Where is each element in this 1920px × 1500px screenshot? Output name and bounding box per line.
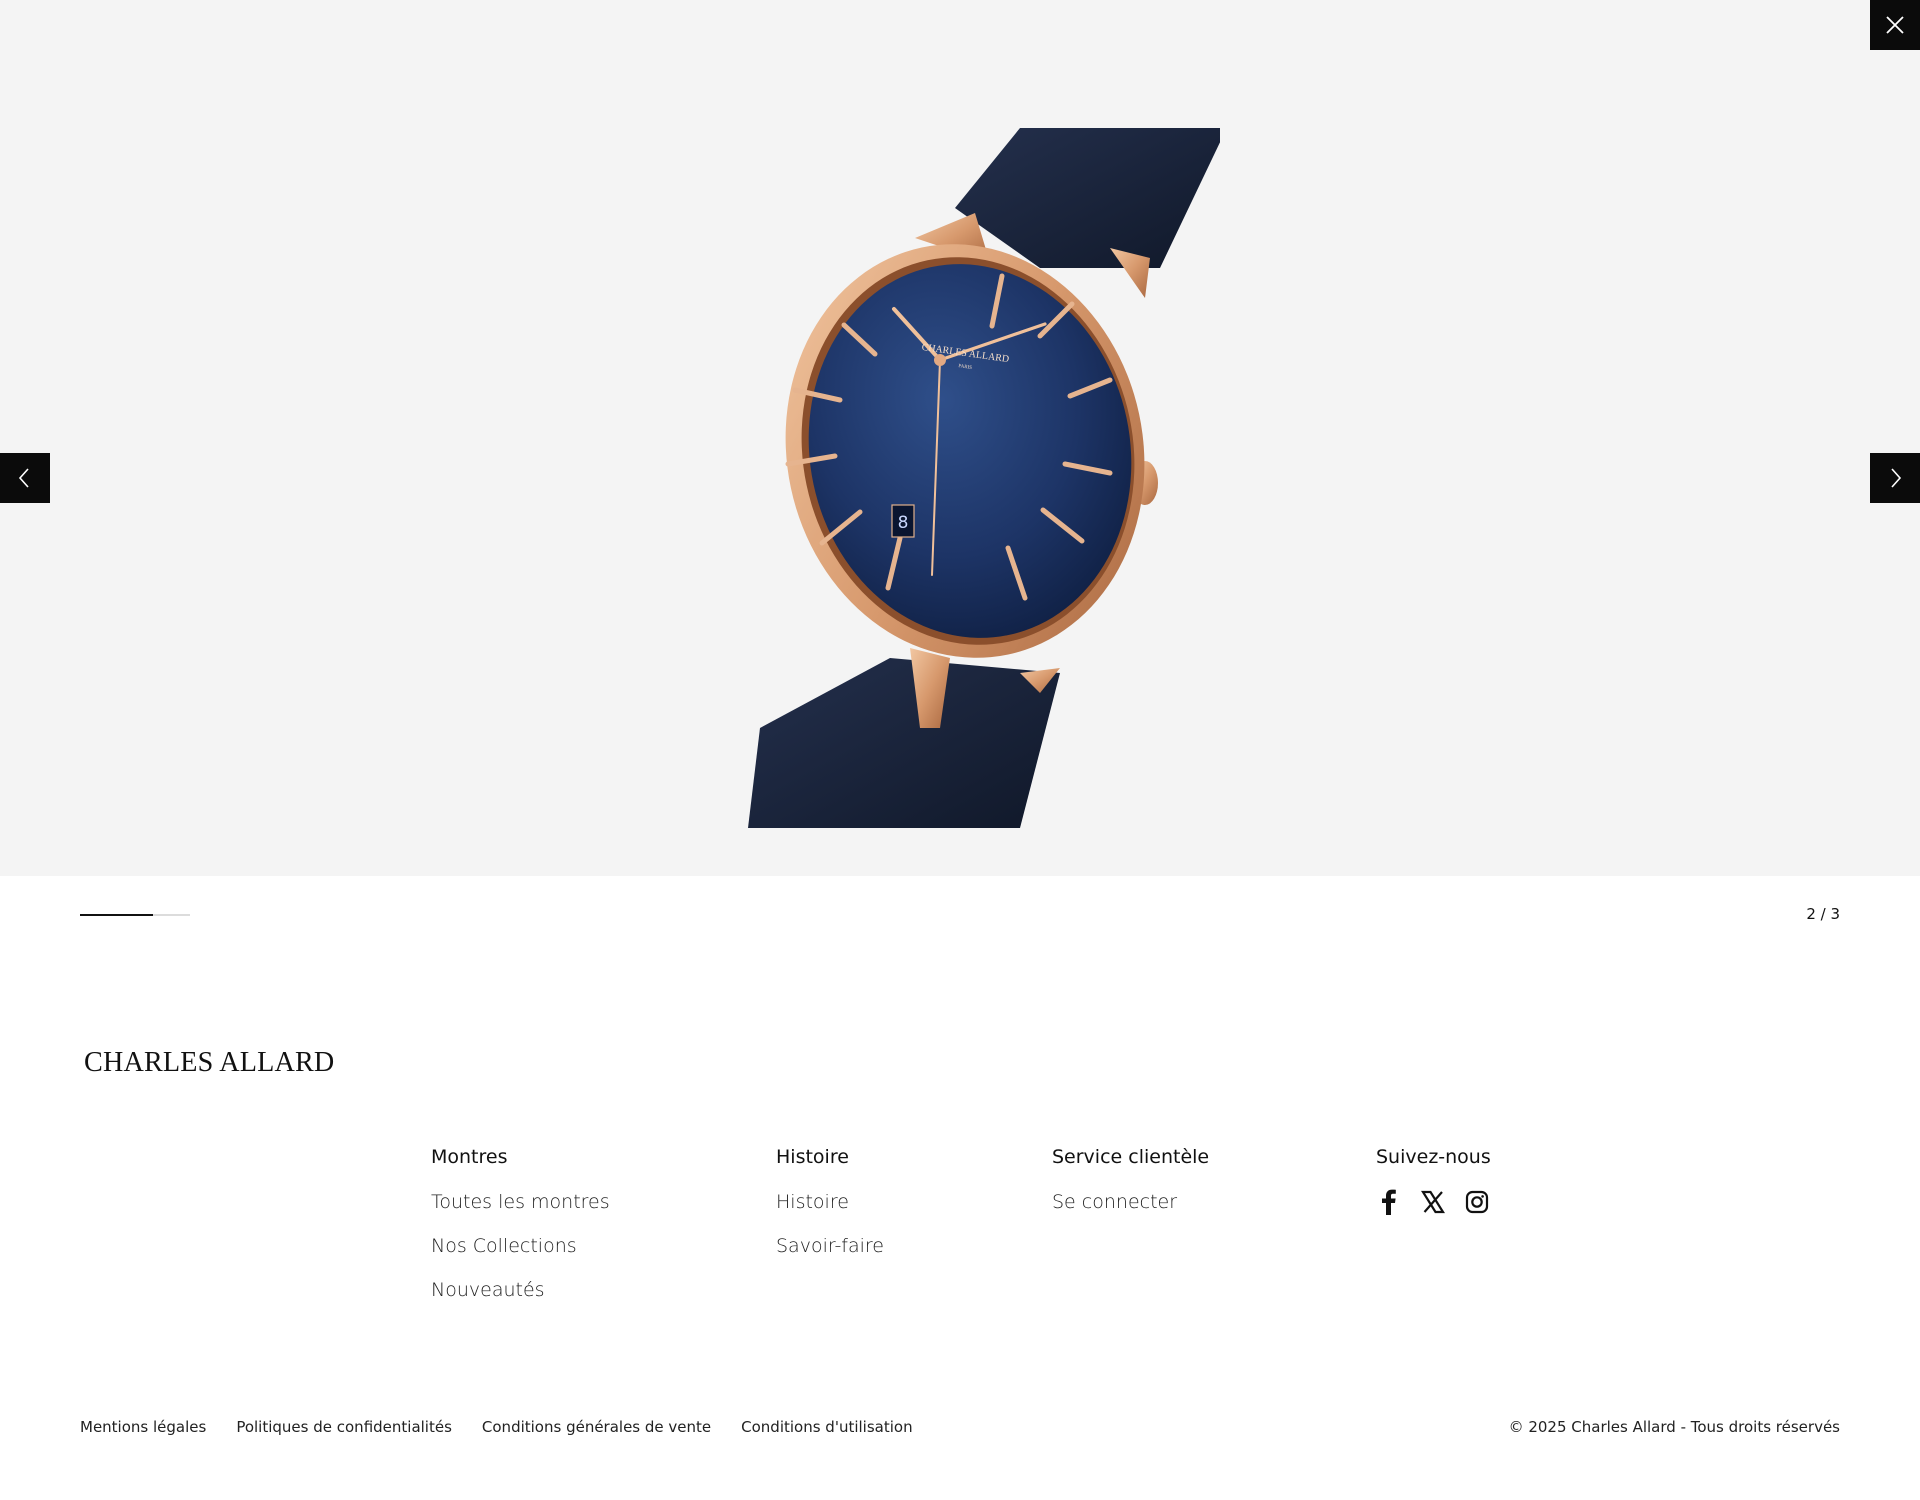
- footer-link-nouveautes[interactable]: Nouveautés: [431, 1277, 610, 1303]
- footer-column-title: Service clientèle: [1052, 1146, 1210, 1168]
- watch-product-image: 8 CHARLES ALLARD PARIS: [748, 128, 1220, 828]
- gallery-progress-fill: [80, 914, 154, 916]
- watch-strap-top: [955, 128, 1220, 268]
- footer-logo[interactable]: CHARLES ALLARD: [84, 1046, 334, 1079]
- legal-links: Mentions légales Politiques de confident…: [80, 1418, 913, 1436]
- product-gallery: 8 CHARLES ALLARD PARIS: [0, 0, 1920, 876]
- footer-column-title: Histoire: [776, 1146, 849, 1168]
- legal-link-cgv[interactable]: Conditions générales de vente: [482, 1418, 711, 1436]
- next-image-button[interactable]: [1870, 453, 1920, 503]
- gallery-progress-bar: [80, 914, 190, 916]
- footer-link-savoir-faire[interactable]: Savoir-faire: [776, 1233, 884, 1259]
- footer-column-title: Montres: [431, 1146, 508, 1168]
- close-button[interactable]: [1870, 0, 1920, 50]
- footer-link-se-connecter[interactable]: Se connecter: [1052, 1189, 1209, 1215]
- footer-column-title: Suivez-nous: [1376, 1146, 1491, 1168]
- footer-column-service: Service clientèle Se connecter: [1052, 1144, 1209, 1233]
- chevron-left-icon: [18, 468, 29, 488]
- facebook-icon[interactable]: [1376, 1189, 1402, 1215]
- social-links: [1376, 1189, 1491, 1215]
- chevron-right-icon: [1891, 468, 1902, 488]
- watch-dial: [808, 264, 1132, 638]
- legal-link-conditions-utilisation[interactable]: Conditions d'utilisation: [741, 1418, 912, 1436]
- date-window-digit: 8: [898, 513, 909, 533]
- footer-link-histoire[interactable]: Histoire: [776, 1189, 884, 1215]
- footer-bottom-bar: Mentions légales Politiques de confident…: [80, 1418, 1840, 1436]
- footer-link-nos-collections[interactable]: Nos Collections: [431, 1233, 610, 1259]
- legal-link-confidentialite[interactable]: Politiques de confidentialités: [236, 1418, 452, 1436]
- copyright: © 2025 Charles Allard - Tous droits rése…: [1508, 1418, 1840, 1436]
- watch-strap-bottom: [748, 658, 1060, 828]
- gallery-counter: 2 / 3: [1806, 905, 1840, 923]
- instagram-icon[interactable]: [1464, 1189, 1490, 1215]
- close-icon: [1886, 16, 1904, 34]
- footer-column-montres: Montres Toutes les montres Nos Collectio…: [431, 1144, 610, 1321]
- footer-column-social: Suivez-nous: [1376, 1144, 1491, 1215]
- x-icon[interactable]: [1420, 1189, 1446, 1215]
- footer-link-toutes-les-montres[interactable]: Toutes les montres: [431, 1189, 610, 1215]
- legal-link-mentions[interactable]: Mentions légales: [80, 1418, 206, 1436]
- previous-image-button[interactable]: [0, 453, 50, 503]
- footer-column-histoire: Histoire Histoire Savoir-faire: [776, 1144, 884, 1277]
